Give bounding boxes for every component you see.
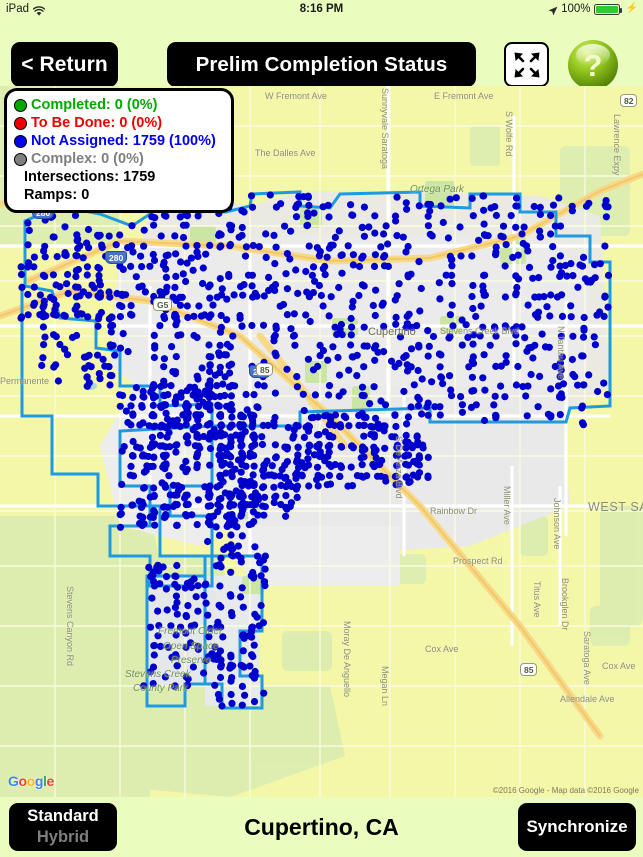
legend-total-label: Intersections: 1759 [24,169,156,185]
status-legend-panel: Completed: 0 (0%) To Be Done: 0 (0%) Not A… [4,88,234,213]
map-attribution: ©2016 Google - Map data ©2016 Google [492,786,639,795]
map-type-toggle[interactable]: Standard Hybrid [9,803,117,851]
legend-row: Not Assigned: 1759 (100%) [14,132,223,150]
google-logo: Google [8,773,54,789]
status-bar-clock: 8:16 PM [299,3,344,15]
legend-rows: Completed: 0 (0%) To Be Done: 0 (0%) Not A… [14,96,223,204]
route-shield: G5 [153,298,173,311]
location-arrow-icon [548,4,558,16]
google-logo-letter: o [18,773,28,789]
legend-label: To Be Done: 0 (0%) [31,115,163,131]
route-shield: 85 [520,663,538,676]
help-glyph: ? [584,48,603,83]
google-logo-letter: o [26,773,36,789]
legend-row: To Be Done: 0 (0%) [14,114,223,132]
google-logo-letter: e [46,773,54,789]
route-shield: 280 [105,251,128,264]
google-logo-letter: G [8,773,19,789]
status-bar: iPad 8:16 PM 100% ⚡ [0,0,643,18]
top-toolbar: < Return Prelim Completion Status ? [0,18,643,90]
legend-dot-icon [14,134,27,148]
return-button[interactable]: < Return [11,42,118,87]
charging-bolt-icon: ⚡ [625,3,638,14]
battery-full-icon [593,3,622,15]
legend-total-label: Ramps: 0 [24,187,90,203]
route-shield: 85 [256,363,274,376]
map-type-standard-option[interactable]: Standard [27,806,99,827]
synchronize-button[interactable]: Synchronize [518,803,636,851]
legend-label: Complex: 0 (0%) [31,151,144,167]
legend-dot-icon [14,116,27,130]
legend-row: Completed: 0 (0%) [14,96,223,114]
google-logo-letter: g [34,773,44,789]
app-root: iPad 8:16 PM 100% ⚡ < Return Prelim Comp… [0,0,643,857]
legend-label: Not Assigned: 1759 (100%) [31,133,216,149]
legend-dot-icon [14,152,27,166]
legend-total-row: Ramps: 0 [14,186,223,204]
legend-label: Completed: 0 (0%) [31,97,158,113]
legend-dot-icon [14,98,27,112]
page-title: Prelim Completion Status [167,42,476,87]
expand-arrows-icon[interactable] [504,42,549,87]
help-question-icon[interactable]: ? [567,39,619,91]
battery-percent-label: 100% [561,3,591,15]
status-bar-right: 100% ⚡ [548,0,638,18]
legend-total-row: Intersections: 1759 [14,168,223,186]
bottom-toolbar: Cupertino, CA Standard Hybrid Synchroniz… [0,797,643,857]
expand-arrows-glyph [514,52,539,77]
route-shield: 82 [620,94,638,107]
map-type-hybrid-option[interactable]: Hybrid [37,827,89,848]
legend-row: Complex: 0 (0%) [14,150,223,168]
